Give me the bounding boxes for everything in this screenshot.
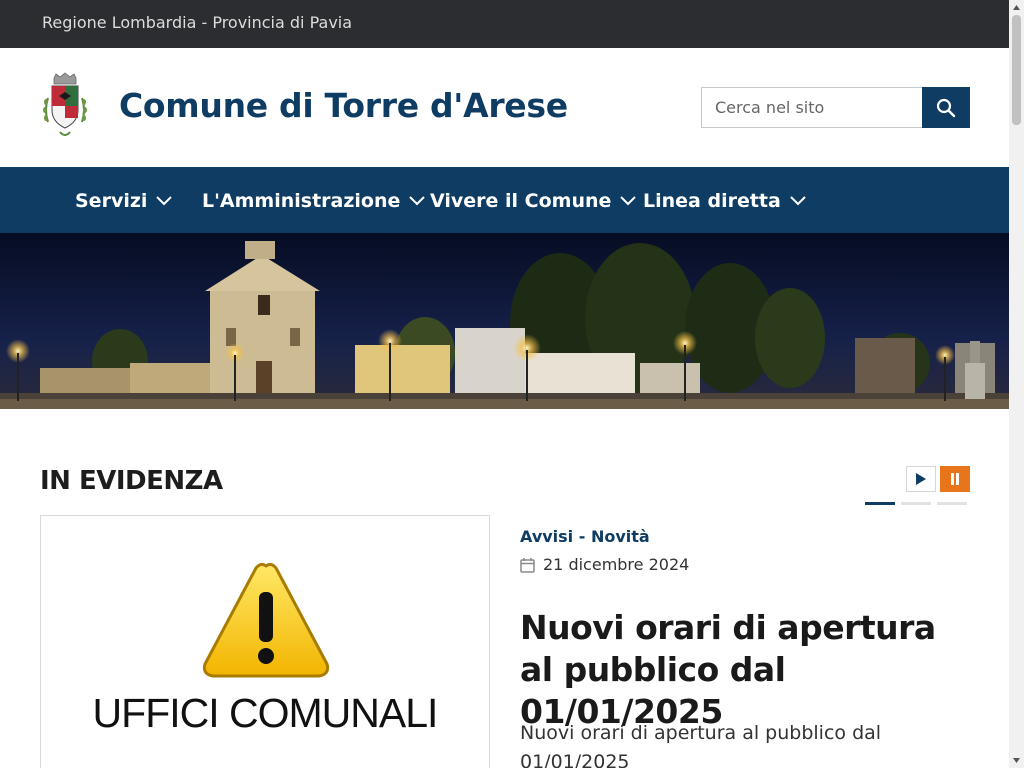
site-title[interactable]: Comune di Torre d'Arese	[119, 86, 568, 125]
scroll-down-arrow-icon[interactable]	[1009, 753, 1024, 768]
search-icon	[936, 98, 956, 117]
nav-item-label: L'Amministrazione	[202, 190, 401, 212]
nav-item-linea-diretta[interactable]: Linea diretta	[643, 187, 806, 215]
region-link[interactable]: Regione Lombardia - Provincia di Pavia	[42, 13, 352, 32]
article-title-link[interactable]: Nuovi orari di apertura al pubblico dal …	[520, 607, 970, 733]
article-date-text: 21 dicembre 2024	[543, 555, 690, 574]
pause-icon	[951, 473, 959, 485]
search-button[interactable]	[922, 87, 970, 128]
chevron-down-icon	[156, 196, 173, 206]
carousel-dot[interactable]	[937, 502, 967, 505]
article-date: 21 dicembre 2024	[520, 555, 689, 574]
article-image[interactable]: UFFICI COMUNALI	[40, 515, 490, 768]
nav-item-amministrazione[interactable]: L'Amministrazione	[202, 187, 426, 215]
main-navigation: Servizi L'Amministrazione Vivere il Comu…	[0, 167, 1009, 233]
search-box	[701, 87, 923, 128]
search-input[interactable]	[702, 88, 922, 127]
nav-item-label: Linea diretta	[643, 190, 781, 212]
scroll-up-arrow-icon[interactable]	[1009, 0, 1024, 15]
scrollbar-thumb[interactable]	[1012, 15, 1021, 125]
carousel-pause-button[interactable]	[940, 466, 970, 492]
site-header: Comune di Torre d'Arese	[0, 48, 1009, 167]
hero-panorama-image	[0, 233, 1009, 409]
article-category-link[interactable]: Avvisi - Novità	[520, 527, 650, 546]
nav-item-vivere-comune[interactable]: Vivere il Comune	[430, 187, 637, 215]
carousel-dot-active[interactable]	[865, 502, 895, 505]
chevron-down-icon	[790, 196, 806, 206]
nav-item-servizi[interactable]: Servizi	[75, 187, 173, 215]
nav-item-label: Servizi	[75, 190, 148, 212]
calendar-icon	[520, 557, 535, 573]
section-title: IN EVIDENZA	[40, 466, 223, 496]
coat-of-arms-logo[interactable]	[40, 72, 90, 142]
page-scrollbar[interactable]	[1009, 0, 1024, 768]
image-caption: UFFICI COMUNALI	[92, 690, 439, 736]
play-icon	[916, 473, 926, 485]
carousel-dot[interactable]	[901, 502, 931, 505]
article-summary: Nuovi orari di apertura al pubblico dal …	[520, 722, 882, 768]
chevron-down-icon	[409, 196, 426, 206]
warning-icon	[202, 562, 330, 678]
nav-item-label: Vivere il Comune	[430, 190, 612, 212]
top-bar: Regione Lombardia - Provincia di Pavia	[0, 0, 1009, 48]
carousel-play-button[interactable]	[906, 466, 936, 492]
chevron-down-icon	[620, 196, 637, 206]
